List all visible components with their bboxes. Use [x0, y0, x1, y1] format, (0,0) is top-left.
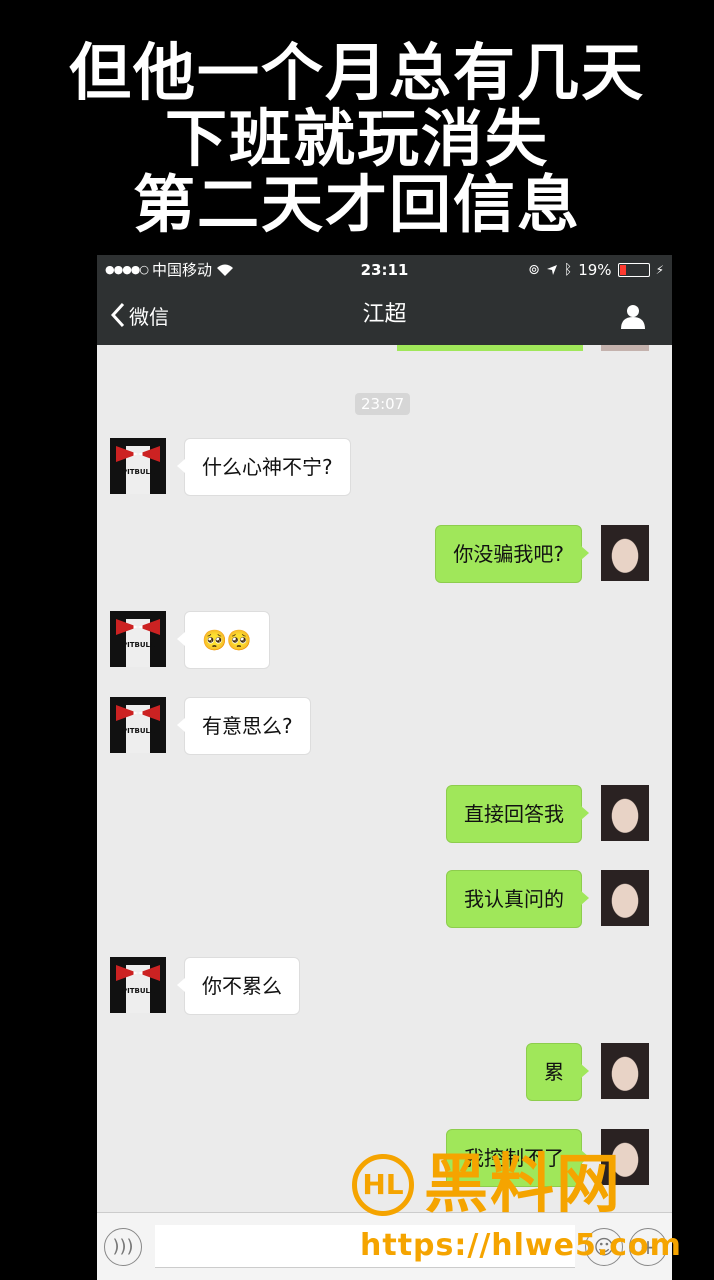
caption-line-2: 下班就玩消失: [164, 102, 549, 175]
location-icon: [546, 265, 557, 275]
profile-icon[interactable]: [620, 303, 646, 329]
caption-line-3: 第二天才回信息: [132, 168, 581, 241]
message-bubble-incoming[interactable]: 什么心神不宁?: [177, 438, 351, 496]
avatar[interactable]: PITBULL: [110, 697, 166, 753]
avatar-logo: PITBULL: [122, 468, 155, 476]
input-bar: ))) ☺ +: [97, 1212, 672, 1280]
message-bubble-incoming[interactable]: 有意思么?: [177, 697, 311, 755]
bluetooth-icon: ᛒ: [563, 262, 573, 278]
message-bubble-outgoing[interactable]: 我认真问的: [446, 870, 589, 928]
message-bubble-outgoing[interactable]: 你没骗我吧?: [435, 525, 589, 583]
avatar[interactable]: [601, 870, 649, 926]
lock-rotation-icon: ⊚: [528, 262, 540, 278]
caption: 但他一个月总有几天 下班就玩消失 第二天才回信息: [0, 40, 714, 238]
avatar[interactable]: PITBULL: [110, 611, 166, 667]
message-bubble-outgoing[interactable]: 直接回答我: [446, 785, 589, 843]
voice-icon[interactable]: ))): [104, 1228, 142, 1266]
avatar[interactable]: [601, 1129, 649, 1185]
avatar[interactable]: PITBULL: [110, 438, 166, 494]
message-bubble-outgoing[interactable]: 我控制不了: [446, 1129, 589, 1187]
avatar-logo: PITBULL: [122, 641, 155, 649]
emoji-icon[interactable]: ☺: [585, 1228, 623, 1266]
avatar[interactable]: [601, 1043, 649, 1099]
message-bubble-outgoing[interactable]: 累: [526, 1043, 589, 1101]
plus-icon[interactable]: +: [629, 1228, 667, 1266]
chat-timestamp: 23:07: [355, 393, 411, 415]
status-bar: ●●●●○ 中国移动 23:11 ⊚ ᛒ 19% ⚡: [97, 255, 672, 285]
avatar[interactable]: [601, 785, 649, 841]
charging-icon: ⚡: [655, 263, 664, 277]
avatar[interactable]: PITBULL: [110, 957, 166, 1013]
message-bubble-incoming[interactable]: 你不累么: [177, 957, 300, 1015]
avatar-logo: PITBULL: [122, 987, 155, 995]
caption-line-1: 但他一个月总有几天: [68, 36, 645, 109]
battery-percent: 19%: [578, 261, 612, 279]
message-input[interactable]: [155, 1225, 575, 1268]
chat-title: 江超: [362, 302, 407, 327]
avatar[interactable]: [601, 525, 649, 581]
previous-avatar-fragment: [601, 345, 649, 351]
previous-message-fragment: [397, 345, 583, 351]
battery-icon: [617, 263, 650, 277]
message-bubble-incoming[interactable]: 🥺🥺: [177, 611, 270, 669]
phone-screen: ●●●●○ 中国移动 23:11 ⊚ ᛒ 19% ⚡ 微信 江超 23:07 P…: [97, 255, 672, 1280]
nav-bar: 微信 江超: [97, 285, 672, 345]
avatar-logo: PITBULL: [122, 727, 155, 735]
